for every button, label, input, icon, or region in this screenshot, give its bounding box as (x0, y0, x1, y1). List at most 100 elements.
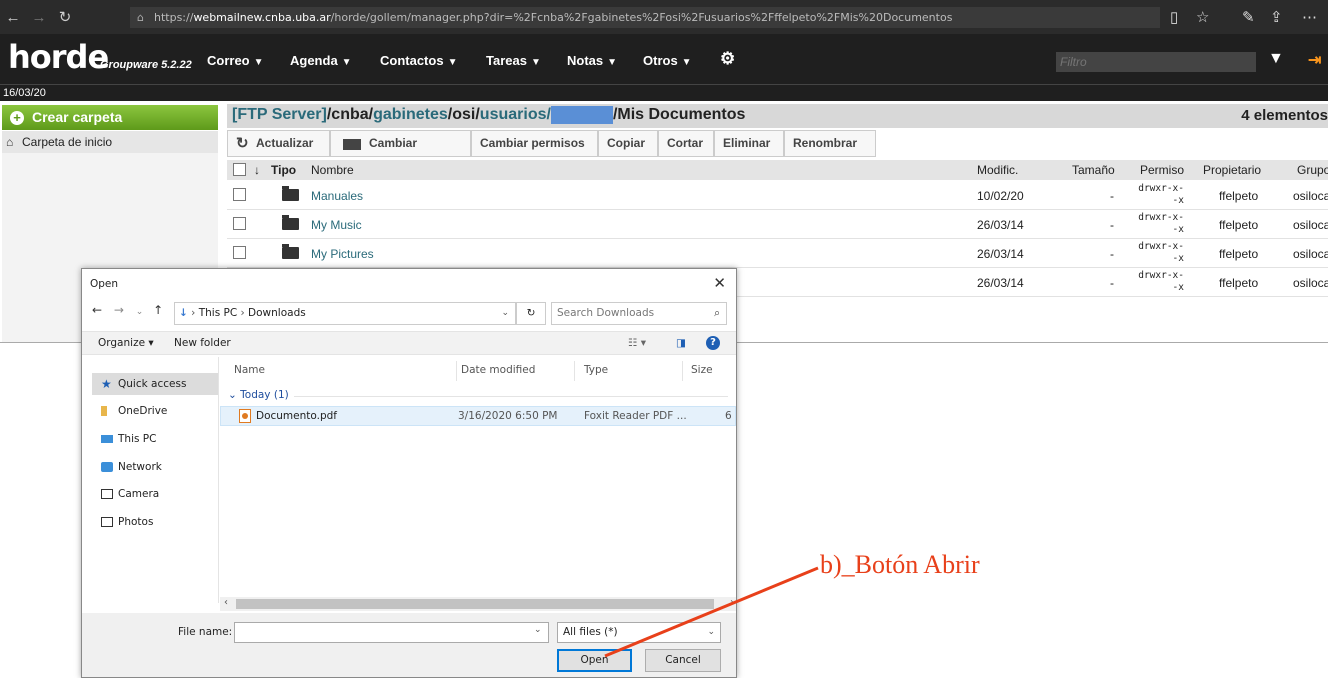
forward-icon[interactable]: → (114, 303, 124, 317)
search-icon: ⌕ (714, 307, 720, 319)
up-icon[interactable]: ↑ (153, 303, 163, 317)
path-server[interactable]: [FTP Server] (232, 106, 327, 123)
refresh-button[interactable]: ↻ Actualizar (227, 130, 330, 157)
recent-locations-icon[interactable]: ⌄ (136, 307, 144, 317)
help-icon[interactable]: ? (706, 336, 720, 350)
scroll-left-icon[interactable]: ‹ (224, 597, 228, 608)
home-folder-link[interactable]: ⌂ Carpeta de inicio (2, 131, 218, 153)
organize-button[interactable]: Organize ▾ (98, 337, 154, 349)
scrollbar-thumb[interactable] (236, 599, 714, 609)
address-downloads[interactable]: Downloads (248, 307, 306, 319)
back-icon[interactable]: ← (0, 9, 26, 26)
select-all-checkbox[interactable] (233, 163, 246, 176)
nav-this-pc[interactable]: This PC (92, 428, 218, 450)
row-checkbox[interactable] (233, 246, 246, 259)
delete-button[interactable]: Eliminar (714, 130, 784, 157)
menu-contactos[interactable]: Contactos ▼ (380, 53, 457, 68)
list-file-name[interactable]: Documento.pdf (256, 410, 337, 422)
group-header-today[interactable]: ⌄ Today (1) (228, 389, 289, 401)
close-icon[interactable]: ✕ (713, 274, 726, 292)
sort-arrow-icon[interactable]: ↓ (254, 163, 260, 177)
file-type-select[interactable]: All files (*) ⌄ (557, 622, 721, 643)
view-options-icon[interactable]: ☷ ▾ (628, 337, 646, 349)
more-icon[interactable]: ⋯ (1302, 8, 1317, 26)
rename-button[interactable]: Renombrar (784, 130, 876, 157)
pen-icon[interactable]: ✎ (1242, 8, 1255, 26)
menu-tareas[interactable]: Tareas ▼ (486, 53, 541, 68)
col-permission[interactable]: Permiso (1140, 163, 1184, 177)
menu-notas[interactable]: Notas ▼ (567, 53, 617, 68)
menu-agenda[interactable]: Agenda ▼ (290, 53, 352, 68)
col-type[interactable]: Type (584, 364, 608, 376)
file-size: - (1110, 247, 1114, 261)
filter-funnel-icon[interactable]: ▼ (1268, 50, 1284, 68)
file-group: osilocal (1293, 247, 1328, 261)
back-icon[interactable]: ← (92, 303, 102, 317)
nav-onedrive[interactable]: OneDrive (92, 400, 218, 422)
cancel-button[interactable]: Cancel (645, 649, 721, 672)
list-item[interactable]: Documento.pdf 3/16/2020 6:50 PM Foxit Re… (220, 406, 736, 426)
preview-pane-icon[interactable]: ◨ (676, 337, 686, 349)
file-name-input[interactable] (234, 622, 549, 643)
group-divider (294, 396, 728, 397)
file-name[interactable]: My Music (311, 218, 362, 232)
filter-input[interactable] (1056, 52, 1256, 72)
reading-view-icon[interactable]: ▯ (1170, 8, 1178, 26)
col-name[interactable]: Nombre (311, 163, 354, 177)
chevron-down-icon[interactable]: ⌄ (534, 625, 542, 635)
nav-network[interactable]: Network (92, 456, 218, 478)
create-folder-button[interactable]: + Crear carpeta (2, 105, 218, 130)
file-name[interactable]: My Pictures (311, 247, 374, 261)
share-icon[interactable]: ⇪ (1270, 8, 1283, 26)
file-owner: ffelpeto (1219, 189, 1259, 203)
table-row[interactable]: Manuales 10/02/20 - drwxr-x- -x ffelpeto … (227, 181, 1328, 210)
new-folder-button[interactable]: New folder (174, 337, 231, 349)
menu-correo[interactable]: Correo ▼ (207, 53, 264, 68)
row-checkbox[interactable] (233, 217, 246, 230)
scroll-right-icon[interactable]: › (730, 597, 734, 608)
row-checkbox[interactable] (233, 188, 246, 201)
col-size[interactable]: Size (691, 364, 713, 376)
col-date-modified[interactable]: Date modified (461, 364, 535, 376)
address-this-pc[interactable]: This PC (199, 307, 237, 319)
file-name[interactable]: Manuales (311, 189, 363, 203)
refresh-icon[interactable]: ↻ (516, 302, 546, 325)
file-size: - (1110, 276, 1114, 290)
file-date: 26/03/14 (977, 218, 1024, 232)
nav-camera[interactable]: Camera (92, 483, 218, 505)
open-file-dialog: Open ✕ ← → ⌄ ↑ ↓ › This PC › Downloads ⌄… (81, 268, 737, 678)
nav-photos[interactable]: Photos (92, 511, 218, 533)
camera-icon (101, 489, 113, 499)
dialog-address-bar[interactable]: ↓ › This PC › Downloads ⌄ (174, 302, 516, 325)
search-input[interactable]: Search Downloads ⌕ (551, 302, 727, 325)
col-size[interactable]: Tamaño (1072, 163, 1115, 177)
favorite-star-icon[interactable]: ☆ (1196, 8, 1209, 26)
col-group[interactable]: Grupo (1297, 163, 1328, 177)
refresh-icon[interactable]: ↻ (52, 8, 78, 26)
forward-icon[interactable]: → (26, 9, 52, 26)
col-type[interactable]: Tipo (271, 163, 296, 177)
path-bar: [FTP Server]/cnba/gabinetes/osi/usuarios… (227, 104, 1328, 128)
settings-gear-icon[interactable]: ⚙ (720, 49, 735, 69)
menu-otros[interactable]: Otros ▼ (643, 53, 692, 68)
table-row[interactable]: My Pictures 26/03/14 - drwxr-x- -x ffelpe… (227, 239, 1328, 268)
col-modified[interactable]: Modific. (977, 163, 1018, 177)
change-folder-button[interactable]: Cambiar carpeta (330, 130, 471, 175)
table-row[interactable]: My Music 26/03/14 - drwxr-x- -x ffelpeto … (227, 210, 1328, 239)
file-list-header: Name Date modified Type Size (224, 361, 728, 381)
horde-logo[interactable]: horde (8, 38, 109, 76)
col-owner[interactable]: Propietario (1203, 163, 1261, 177)
date-strip: 16/03/20 (0, 84, 1328, 101)
nav-quick-access[interactable]: ★ Quick access (92, 373, 218, 395)
col-name[interactable]: Name (234, 364, 265, 376)
logout-icon[interactable]: ⇥ (1308, 50, 1321, 70)
cut-button[interactable]: Cortar (658, 130, 714, 157)
chevron-down-icon[interactable]: ⌄ (501, 303, 509, 324)
horizontal-scrollbar[interactable]: ‹ › (220, 597, 736, 611)
change-permissions-button[interactable]: Cambiar permisos (471, 130, 598, 157)
file-size: - (1110, 189, 1114, 203)
list-file-type: Foxit Reader PDF ... (584, 410, 687, 422)
open-button[interactable]: Open (557, 649, 632, 672)
address-bar[interactable]: ⌂ https://webmailnew.cnba.uba.ar/horde/g… (130, 7, 1160, 28)
copy-button[interactable]: Copiar (598, 130, 658, 157)
